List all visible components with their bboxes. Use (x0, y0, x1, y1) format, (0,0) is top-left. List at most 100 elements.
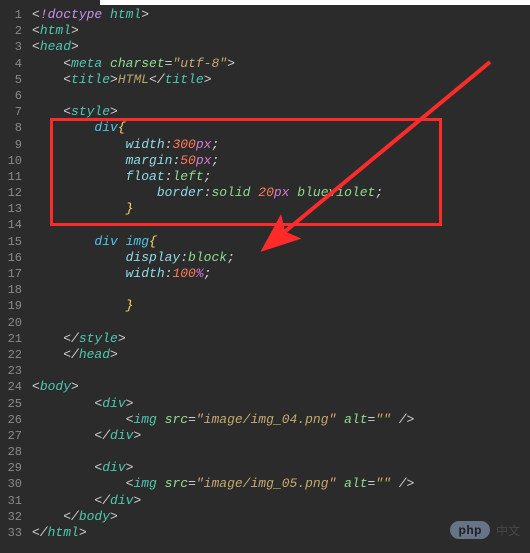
line-number: 15 (0, 234, 26, 250)
code-line: <body> (32, 379, 530, 395)
token-unit: px (196, 153, 212, 168)
token-angle: /> (391, 412, 414, 427)
token-angle: </ (149, 72, 165, 87)
code-line: <div> (32, 460, 530, 476)
token-tag: body (40, 379, 71, 394)
line-number: 11 (0, 169, 26, 185)
token-tag: img (133, 412, 164, 427)
token-tag: head (40, 39, 71, 54)
token-prop: border (157, 185, 204, 200)
code-line (32, 444, 530, 460)
code-line: </div> (32, 428, 530, 444)
line-number: 13 (0, 201, 26, 217)
token-num: 20 (258, 185, 274, 200)
line-number: 16 (0, 250, 26, 266)
watermark-badge: php (450, 521, 490, 539)
line-number: 25 (0, 396, 26, 412)
watermark-text: 中文 (496, 522, 520, 539)
code-line: <img src="image/img_05.png" alt="" /> (32, 476, 530, 492)
token-tag: style (79, 331, 118, 346)
line-number: 9 (0, 137, 26, 153)
token-angle: > (126, 460, 134, 475)
token-angle: < (32, 39, 40, 54)
code-line: <div> (32, 396, 530, 412)
code-line: float:left; (32, 169, 530, 185)
token-tag: html (110, 7, 141, 22)
token-angle: > (141, 7, 149, 22)
token-num: 300 (172, 137, 195, 152)
token-val: solid (211, 185, 258, 200)
token-tag: style (71, 104, 110, 119)
token-angle: > (110, 72, 118, 87)
token-angle: > (126, 396, 134, 411)
code-line: <meta charset="utf-8"> (32, 56, 530, 72)
token-prop: display (126, 250, 181, 265)
token-val: left (172, 169, 203, 184)
token-angle: > (110, 104, 118, 119)
token-punct: ; (204, 266, 212, 281)
token-angle: < (63, 56, 71, 71)
line-number: 26 (0, 412, 26, 428)
token-unit: px (196, 137, 212, 152)
token-angle: > (71, 379, 79, 394)
line-number: 22 (0, 347, 26, 363)
token-val: block (188, 250, 227, 265)
token-attr: src (165, 476, 188, 491)
token-str: "image/img_05.png" (196, 476, 336, 491)
line-number: 7 (0, 104, 26, 120)
line-number: 27 (0, 428, 26, 444)
code-line (32, 282, 530, 298)
token-txt: HTML (118, 72, 149, 87)
line-number: 17 (0, 266, 26, 282)
token-angle: < (63, 104, 71, 119)
line-number: 31 (0, 493, 26, 509)
token-punct: ; (375, 185, 383, 200)
token-sel: div (94, 120, 117, 135)
token-tag: div (110, 493, 133, 508)
code-line: margin:50px; (32, 153, 530, 169)
token-num: 50 (180, 153, 196, 168)
code-line: <img src="image/img_04.png" alt="" /> (32, 412, 530, 428)
code-line (32, 363, 530, 379)
token-tag: div (102, 460, 125, 475)
token-eq: = (188, 412, 196, 427)
token-tag: img (133, 476, 164, 491)
line-number: 3 (0, 39, 26, 55)
token-angle: </ (94, 428, 110, 443)
code-line: width:300px; (32, 137, 530, 153)
token-punct: ; (211, 153, 219, 168)
line-number: 24 (0, 379, 26, 395)
token-prop: margin (126, 153, 173, 168)
token-angle: > (118, 331, 126, 346)
token-unit: % (196, 266, 204, 281)
code-line: </div> (32, 493, 530, 509)
token-angle: > (110, 509, 118, 524)
line-number: 29 (0, 460, 26, 476)
code-line: <!doctype html> (32, 7, 530, 23)
token-brace: } (126, 201, 134, 216)
code-line: div{ (32, 120, 530, 136)
token-brace: } (126, 298, 134, 313)
line-number: 30 (0, 476, 26, 492)
token-num: 100 (172, 266, 195, 281)
code-line (32, 315, 530, 331)
token-angle: </ (63, 331, 79, 346)
token-angle: > (71, 23, 79, 38)
token-angle: > (79, 525, 87, 540)
token-str: "image/img_04.png" (196, 412, 336, 427)
line-number: 18 (0, 282, 26, 298)
line-number: 32 (0, 509, 26, 525)
line-number: 8 (0, 120, 26, 136)
token-prop: float (126, 169, 165, 184)
token-punct: ; (211, 137, 219, 152)
token-val: blueviolet (289, 185, 375, 200)
token-angle (336, 412, 344, 427)
token-tag: title (165, 72, 204, 87)
line-number: 28 (0, 444, 26, 460)
token-tag: head (79, 347, 110, 362)
line-number: 21 (0, 331, 26, 347)
token-prop: width (126, 266, 165, 281)
token-attr: alt (344, 412, 367, 427)
token-tag: html (40, 23, 71, 38)
token-punct: ; (227, 250, 235, 265)
